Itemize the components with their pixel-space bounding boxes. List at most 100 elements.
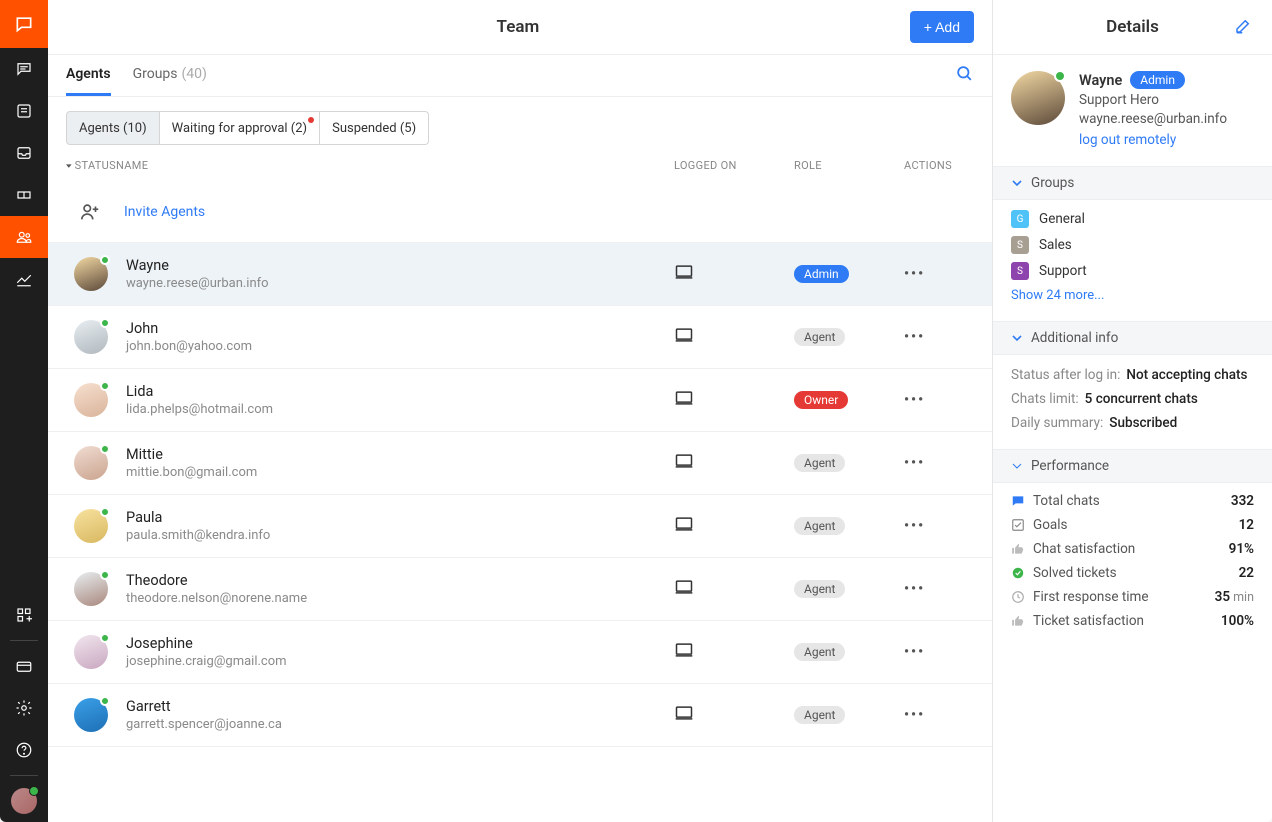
row-actions[interactable]: ••• [904,392,974,408]
agent-info: Josephine josephine.craig@gmail.com [126,635,674,669]
section-groups[interactable]: Groups [993,166,1272,200]
avatar [74,320,108,354]
row-actions[interactable]: ••• [904,581,974,597]
agent-info: John john.bon@yahoo.com [126,320,674,354]
logged-on [674,325,794,349]
profile-email: wayne.reese@urban.info [1079,111,1227,127]
nav-settings[interactable] [0,687,48,729]
table-header: STATUS NAME LOGGED ON ROLE ACTIONS [48,153,992,182]
table-row[interactable]: Theodore theodore.nelson@norene.name Age… [48,558,992,621]
row-actions[interactable]: ••• [904,266,974,282]
table-row[interactable]: John john.bon@yahoo.com Agent ••• [48,306,992,369]
agent-info: Mittie mittie.bon@gmail.com [126,446,674,480]
details-panel: Details Wayne Admin Support Hero wayne.r… [992,0,1272,822]
perf-item: Goals 12 [1011,517,1254,533]
agent-email: garrett.spencer@joanne.ca [126,717,674,732]
nav-user-avatar[interactable] [0,780,48,822]
edit-button[interactable] [1234,17,1254,37]
page-title: Team [126,17,910,37]
tab-agents[interactable]: Agents [66,55,111,96]
row-actions[interactable]: ••• [904,455,974,471]
team-panel: Team + Add Agents Groups(40) Agents (10)… [48,0,992,822]
role: Agent [794,643,904,661]
table-row[interactable]: Wayne wayne.reese@urban.info Admin ••• [48,243,992,306]
nav-billing[interactable] [0,645,48,687]
filter-waiting[interactable]: Waiting for approval (2) [160,111,320,145]
filter-row: Agents (10) Waiting for approval (2) Sus… [48,97,992,153]
filter-agents[interactable]: Agents (10) [66,111,160,145]
table-row[interactable]: Josephine josephine.craig@gmail.com Agen… [48,621,992,684]
section-performance[interactable]: Performance [993,449,1272,483]
additional-info: Status after log in:Not accepting chats … [1011,367,1254,431]
col-status[interactable]: STATUS [66,159,116,172]
nav-help[interactable] [0,729,48,771]
perf-item: Solved tickets 22 [1011,565,1254,581]
nav-chats[interactable] [0,48,48,90]
invite-agents-row[interactable]: Invite Agents [48,182,992,243]
avatar [74,698,108,732]
nav-archive[interactable] [0,90,48,132]
logged-on [674,451,794,475]
nav-analytics[interactable] [0,258,48,300]
col-role: ROLE [794,159,904,172]
col-actions: ACTIONS [904,159,974,172]
table-row[interactable]: Garrett garrett.spencer@joanne.ca Agent … [48,684,992,747]
avatar [74,446,108,480]
table-row[interactable]: Mittie mittie.bon@gmail.com Agent ••• [48,432,992,495]
role: Agent [794,328,904,346]
group-item[interactable]: SSupport [1011,262,1254,280]
logged-on [674,514,794,538]
section-additional[interactable]: Additional info [993,321,1272,355]
add-button[interactable]: + Add [910,11,974,43]
nav-inbox[interactable] [0,132,48,174]
group-item[interactable]: GGeneral [1011,210,1254,228]
table-row[interactable]: Paula paula.smith@kendra.info Agent ••• [48,495,992,558]
row-actions[interactable]: ••• [904,518,974,534]
avatar [74,572,108,606]
performance-list: Total chats 332 Goals 12 Chat satisfacti… [1011,493,1254,629]
details-title: Details [1031,17,1234,37]
logged-on [674,703,794,727]
col-logged: LOGGED ON [674,159,794,172]
role: Agent [794,454,904,472]
search-icon[interactable] [955,64,974,87]
avatar [74,509,108,543]
logged-on [674,388,794,412]
agent-name: Josephine [126,635,674,652]
row-actions[interactable]: ••• [904,329,974,345]
agent-email: wayne.reese@urban.info [126,276,674,291]
perf-item: Total chats 332 [1011,493,1254,509]
filter-suspended[interactable]: Suspended (5) [320,111,429,145]
row-actions[interactable]: ••• [904,644,974,660]
nav-team[interactable] [0,216,48,258]
show-more-groups[interactable]: Show 24 more... [1011,288,1254,303]
perf-item: First response time 35min [1011,589,1254,605]
profile-name: Wayne [1079,72,1122,89]
agent-email: josephine.craig@gmail.com [126,654,674,669]
profile-block: Wayne Admin Support Hero wayne.reese@urb… [1011,71,1254,148]
tab-groups[interactable]: Groups(40) [133,55,207,96]
logged-on [674,262,794,286]
app-logo[interactable] [0,0,48,48]
avatar [74,257,108,291]
role: Agent [794,517,904,535]
agent-name: Garrett [126,698,674,715]
agent-email: mittie.bon@gmail.com [126,465,674,480]
logout-remote-link[interactable]: log out remotely [1079,132,1227,148]
row-actions[interactable]: ••• [904,707,974,723]
nav-tickets[interactable] [0,174,48,216]
sidebar [0,0,48,822]
tabs-row: Agents Groups(40) [48,55,992,97]
agent-name: Wayne [126,257,674,274]
agent-info: Lida lida.phelps@hotmail.com [126,383,674,417]
table-row[interactable]: Lida lida.phelps@hotmail.com Owner ••• [48,369,992,432]
group-item[interactable]: SSales [1011,236,1254,254]
agent-info: Theodore theodore.nelson@norene.name [126,572,674,606]
agent-email: theodore.nelson@norene.name [126,591,674,606]
team-header: Team + Add [48,0,992,55]
nav-apps[interactable] [0,594,48,636]
agent-email: john.bon@yahoo.com [126,339,674,354]
agent-rows: Invite Agents Wayne wayne.reese@urban.in… [48,182,992,822]
details-header: Details [993,0,1272,55]
invite-agents-label: Invite Agents [124,204,205,220]
